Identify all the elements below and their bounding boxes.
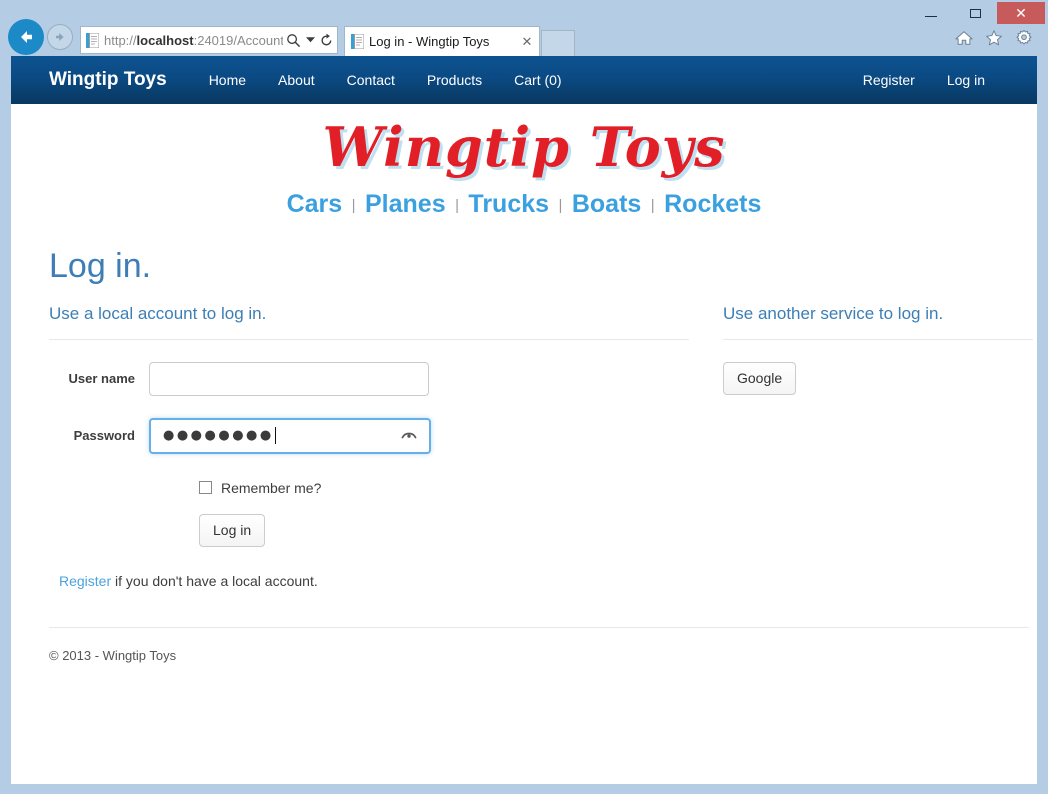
page-viewport: Wingtip Toys Home About Contact Products… — [11, 56, 1037, 784]
minimize-button[interactable] — [909, 2, 953, 24]
forward-button[interactable] — [47, 24, 73, 50]
external-login-heading: Use another service to log in. — [723, 303, 944, 323]
new-tab-button[interactable] — [541, 30, 575, 56]
back-arrow-icon — [21, 31, 32, 43]
search-glyph-icon — [287, 33, 301, 47]
tab-strip: Log in - Wingtip Toys ✕ — [344, 26, 575, 56]
external-divider — [723, 338, 1033, 340]
nav-item-products[interactable]: Products — [411, 72, 498, 88]
category-links: Cars | Planes | Trucks | Boats | Rockets — [39, 190, 1009, 219]
refresh-glyph-icon — [321, 33, 332, 45]
google-login-button[interactable]: Google — [723, 361, 797, 395]
site-footer: © 2013 - Wingtip Toys — [49, 626, 1029, 663]
username-label: User name — [68, 371, 135, 386]
local-login-heading: Use a local account to log in. — [49, 303, 267, 323]
browser-toolbar-icons — [954, 28, 1034, 48]
site-navbar: Wingtip Toys Home About Contact Products… — [11, 56, 1037, 104]
nav-item-about[interactable]: About — [262, 72, 331, 88]
home-icon[interactable] — [954, 28, 974, 48]
category-separator: | — [351, 196, 356, 214]
page-favicon-icon — [86, 32, 99, 48]
chevron-down-icon[interactable] — [304, 37, 316, 43]
eye-glyph-icon — [401, 432, 417, 438]
external-login-column: Use another service to log in. Google — [689, 304, 1033, 589]
tab-title: Log in - Wingtip Toys — [369, 34, 490, 49]
close-button[interactable]: ✕ — [997, 2, 1045, 24]
password-row: Password ●●●●●●●● — [49, 417, 689, 454]
close-icon: ✕ — [1015, 5, 1027, 21]
browser-window: ✕ http://localhost:24019/Account/L — [0, 0, 1048, 794]
category-separator: | — [650, 196, 655, 214]
search-icon[interactable] — [283, 27, 304, 53]
address-host: localhost — [136, 32, 194, 48]
category-separator: | — [455, 196, 459, 214]
remember-me-row: Remember me? — [199, 480, 689, 496]
refresh-icon[interactable] — [316, 27, 337, 53]
password-value: ●●●●●●●● — [163, 428, 274, 443]
page-title: Log in. — [49, 246, 152, 285]
footer-divider — [49, 626, 1029, 628]
register-prompt: Register if you don't have a local accou… — [59, 573, 689, 589]
address-text[interactable]: http://localhost:24019/Account/L — [104, 33, 283, 48]
nav-item-register[interactable]: Register — [847, 72, 931, 88]
favorites-star-icon[interactable] — [984, 28, 1004, 48]
category-link-boats[interactable]: Boats — [572, 190, 641, 218]
back-button[interactable] — [8, 19, 44, 55]
maximize-button[interactable] — [953, 2, 997, 24]
address-scheme: http:// — [104, 32, 137, 48]
login-columns: Use a local account to log in. User name… — [39, 304, 1033, 589]
register-prompt-rest: if you don't have a local account. — [111, 572, 318, 589]
footer-copyright: © 2013 - Wingtip Toys — [49, 647, 177, 663]
tab-favicon-icon — [351, 34, 364, 49]
home-glyph-icon — [955, 31, 973, 45]
login-button-row: Log in — [199, 513, 689, 547]
password-reveal-eye-icon[interactable] — [401, 430, 417, 442]
nav-item-home[interactable]: Home — [193, 72, 262, 88]
site-logo[interactable]: Wingtip Toys — [39, 114, 1009, 182]
password-input[interactable]: ●●●●●●●● — [149, 417, 431, 454]
nav-item-cart[interactable]: Cart (0) — [498, 72, 577, 88]
local-divider — [49, 338, 689, 340]
password-label: Password — [73, 428, 135, 443]
address-bar[interactable]: http://localhost:24019/Account/L — [80, 26, 338, 54]
maximize-icon — [969, 8, 981, 18]
external-providers: Google — [723, 361, 1033, 395]
chevron-down-glyph-icon — [305, 37, 315, 43]
forward-arrow-icon — [56, 33, 64, 41]
register-link[interactable]: Register — [59, 573, 111, 589]
site-body: Wingtip Toys Cars | Planes | Trucks | Bo… — [11, 114, 1037, 663]
star-glyph-icon — [986, 30, 1002, 46]
settings-gear-icon[interactable] — [1014, 28, 1034, 48]
category-link-cars[interactable]: Cars — [287, 190, 343, 218]
window-controls: ✕ — [909, 2, 1045, 26]
minimize-icon — [925, 15, 937, 17]
category-link-rockets[interactable]: Rockets — [664, 190, 761, 218]
username-input[interactable] — [149, 361, 429, 396]
browser-title-bar: ✕ http://localhost:24019/Account/L — [0, 0, 1048, 56]
category-link-planes[interactable]: Planes — [365, 190, 446, 218]
nav-item-login[interactable]: Log in — [931, 72, 1001, 88]
gear-glyph-icon — [1016, 29, 1032, 45]
text-caret — [274, 427, 276, 444]
category-link-trucks[interactable]: Trucks — [468, 190, 549, 218]
nav-item-contact[interactable]: Contact — [331, 72, 411, 88]
tab-close-icon[interactable]: ✕ — [519, 34, 535, 50]
remember-me-label: Remember me? — [221, 479, 322, 496]
category-separator: | — [558, 196, 563, 214]
username-row: User name — [49, 361, 689, 396]
login-button[interactable]: Log in — [199, 513, 266, 547]
address-path: :24019/Account/L — [193, 32, 284, 48]
site-brand[interactable]: Wingtip Toys — [49, 69, 167, 91]
remember-me-checkbox[interactable] — [199, 481, 212, 494]
nav-right-group: Register Log in — [847, 72, 1019, 88]
local-login-column: Use a local account to log in. User name… — [39, 304, 689, 589]
browser-tab[interactable]: Log in - Wingtip Toys ✕ — [344, 26, 540, 56]
